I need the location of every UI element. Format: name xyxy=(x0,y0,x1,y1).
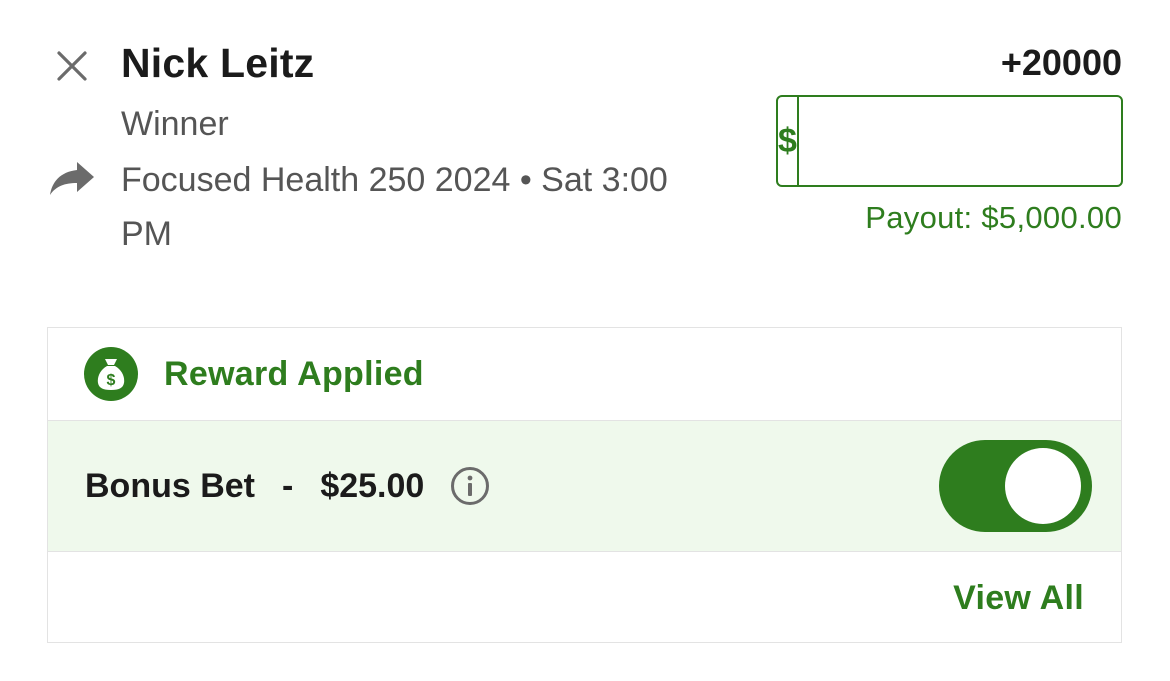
reward-title: Reward Applied xyxy=(164,354,424,393)
event-info: Focused Health 250 2024 • Sat 3:00 PM xyxy=(121,161,668,253)
share-button[interactable] xyxy=(47,158,97,198)
info-icon xyxy=(451,467,490,505)
bonus-bet-toggle[interactable] xyxy=(939,440,1092,532)
payout-text: Payout: $5,000.00 xyxy=(865,200,1122,235)
bonus-bet-label: Bonus Bet xyxy=(85,466,255,505)
bonus-bet-amount: $25.00 xyxy=(320,466,425,505)
share-arrow-icon xyxy=(50,162,94,195)
reward-card: $ Reward Applied Bonus Bet - $25.00 View… xyxy=(47,327,1122,643)
stake-currency-symbol: $ xyxy=(778,97,799,185)
toggle-knob xyxy=(1005,448,1081,524)
stake-field[interactable]: $ xyxy=(776,95,1123,187)
view-all-link[interactable]: View All xyxy=(953,579,1084,618)
odds-value: +20000 xyxy=(1000,42,1122,83)
stake-input[interactable] xyxy=(798,97,1121,185)
market-label: Winner xyxy=(121,105,229,143)
close-button[interactable] xyxy=(50,44,94,88)
info-button[interactable] xyxy=(450,466,490,506)
reward-header: $ Reward Applied xyxy=(48,328,1121,421)
money-bag-icon: $ xyxy=(84,347,138,401)
selection-name: Nick Leitz xyxy=(121,40,315,86)
close-icon xyxy=(57,51,87,81)
svg-text:$: $ xyxy=(107,372,116,389)
bonus-separator: - xyxy=(282,466,294,505)
bonus-bet-row: Bonus Bet - $25.00 xyxy=(48,421,1121,552)
view-all-row: View All xyxy=(48,552,1121,644)
